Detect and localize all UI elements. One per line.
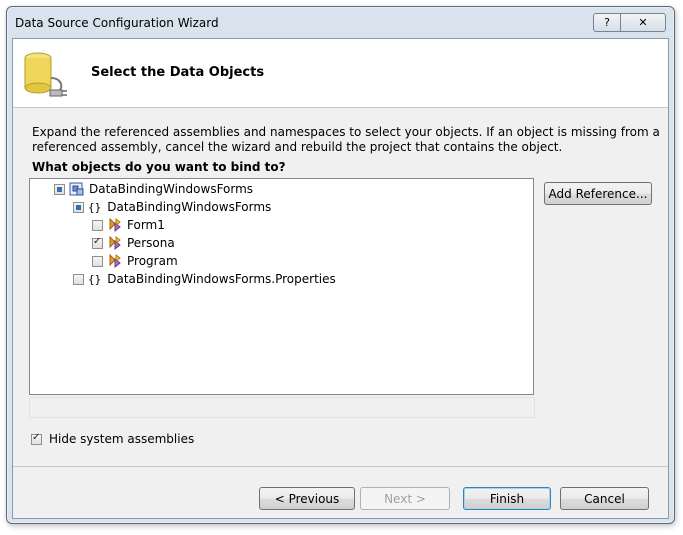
- status-bar: [29, 397, 535, 418]
- database-plug-icon: [24, 52, 67, 97]
- tree-item-namespace-properties[interactable]: {} DataBindingWindowsForms.Properties: [73, 270, 336, 288]
- add-reference-button[interactable]: Add Reference...: [544, 182, 652, 205]
- wizard-client-area: Select the Data Objects Expand the refer…: [12, 38, 669, 519]
- divider: [13, 466, 668, 467]
- cancel-button[interactable]: Cancel: [560, 487, 649, 510]
- hide-system-assemblies-checkbox[interactable]: [31, 432, 42, 445]
- previous-button[interactable]: < Previous: [259, 487, 355, 510]
- namespace-icon: {}: [88, 272, 102, 286]
- tree-checkbox[interactable]: [54, 183, 65, 195]
- class-icon: [109, 235, 121, 251]
- tree-item-label: Form1: [127, 218, 165, 232]
- tree-item-label: Persona: [127, 236, 175, 250]
- tree-item-label: Program: [127, 254, 178, 268]
- page-title: Select the Data Objects: [91, 65, 265, 80]
- objects-tree[interactable]: DataBindingWindowsForms {} DataBindingWi…: [29, 178, 534, 395]
- class-icon: [109, 217, 121, 233]
- tree-item-class-persona[interactable]: Persona: [92, 234, 175, 252]
- tree-item-label: DataBindingWindowsForms.Properties: [107, 272, 336, 286]
- tree-checkbox[interactable]: [92, 236, 103, 249]
- assembly-icon: [69, 182, 84, 196]
- window-title: Data Source Configuration Wizard: [15, 16, 219, 30]
- tree-item-label: DataBindingWindowsForms: [107, 200, 272, 214]
- next-button[interactable]: Next >: [360, 487, 450, 510]
- tree-checkbox[interactable]: [73, 273, 84, 285]
- description-text: Expand the referenced assemblies and nam…: [32, 125, 660, 154]
- tree-checkbox[interactable]: [92, 219, 103, 231]
- wizard-window: Data Source Configuration Wizard ? ✕ Sel…: [6, 6, 675, 524]
- tree-checkbox[interactable]: [73, 201, 84, 213]
- tree-item-namespace[interactable]: {} DataBindingWindowsForms: [73, 198, 271, 216]
- tree-checkbox[interactable]: [92, 255, 103, 267]
- close-icon: ✕: [638, 16, 648, 29]
- tree-item-class-form1[interactable]: Form1: [92, 216, 165, 234]
- close-button[interactable]: ✕: [620, 13, 666, 32]
- namespace-icon: {}: [88, 200, 102, 214]
- tree-item-class-program[interactable]: Program: [92, 252, 178, 270]
- tree-item-label: DataBindingWindowsForms: [89, 182, 254, 196]
- hide-system-assemblies-option[interactable]: Hide system assemblies: [31, 432, 194, 446]
- class-icon: [109, 253, 121, 269]
- tree-item-assembly[interactable]: DataBindingWindowsForms: [54, 180, 253, 198]
- finish-button[interactable]: Finish: [463, 487, 551, 510]
- help-button[interactable]: ?: [593, 13, 621, 32]
- objects-question-label: What objects do you want to bind to?: [32, 160, 286, 174]
- wizard-header: Select the Data Objects: [13, 39, 668, 108]
- hide-system-assemblies-label: Hide system assemblies: [49, 432, 195, 446]
